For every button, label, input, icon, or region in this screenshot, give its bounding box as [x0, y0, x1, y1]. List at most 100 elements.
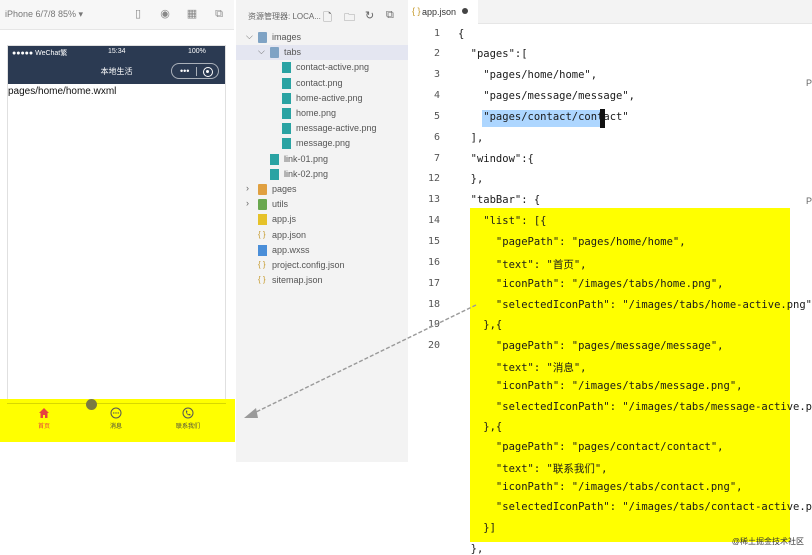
line-number: 7: [433, 153, 440, 164]
folder-icon: [258, 184, 267, 195]
home-icon: [39, 408, 49, 418]
watermark: @稀土掘金技术社区: [731, 537, 804, 546]
tree-item[interactable]: app.wxss: [236, 243, 408, 258]
code-line: "window":{: [458, 153, 534, 165]
tree-item-label: home.png: [296, 108, 337, 118]
tree-item[interactable]: home.png: [236, 106, 408, 121]
tab-app-json[interactable]: { } app.json: [408, 0, 478, 24]
tree-item-label: message.png: [296, 138, 351, 149]
tree-item-label: sitemap.json: [272, 275, 323, 286]
tree-item[interactable]: › utils: [236, 197, 408, 212]
code-line: }]: [458, 522, 496, 534]
collapse-all-icon[interactable]: ⧉: [386, 9, 394, 22]
unsaved-dot-icon[interactable]: [462, 8, 468, 14]
status-time: 15:34: [108, 48, 126, 55]
tree-item[interactable]: message.png: [236, 136, 408, 151]
tree-item[interactable]: › pages: [236, 182, 408, 197]
status-battery: 100%: [188, 48, 206, 55]
explorer-title: 资源管理器: LOCA...: [248, 12, 321, 21]
fullscreen-icon[interactable]: ▦: [186, 8, 198, 20]
more-icon[interactable]: •••: [180, 65, 189, 77]
line-number: 14: [427, 215, 440, 226]
text-caret: [600, 109, 605, 128]
tab-label: 联系我们: [175, 424, 200, 430]
record-icon[interactable]: ◉: [159, 8, 171, 20]
line-number: 18: [427, 299, 440, 310]
device-selector[interactable]: iPhone 6/7/8 85% ▾: [5, 9, 83, 20]
tab-home[interactable]: 首页: [19, 407, 69, 430]
capsule-divider: [196, 67, 197, 76]
tab-bar: 首页 消息 联系我们: [7, 403, 226, 435]
phone-icon[interactable]: ▯: [132, 8, 144, 20]
tree-item-label: images: [272, 32, 302, 42]
tree-item-label: app.json: [272, 229, 307, 240]
tree-item-label: project.config.json: [272, 260, 345, 270]
image-file-icon: [270, 153, 279, 165]
code-line: "iconPath": "/images/tabs/message.png",: [458, 380, 743, 392]
tree-item[interactable]: contact-active.png: [236, 60, 408, 75]
code-line: "tabBar": {: [458, 194, 541, 206]
chevron-down-icon[interactable]: ⌵: [246, 31, 253, 42]
code-line: "pages/message/message",: [458, 90, 636, 102]
tree-item[interactable]: link-02.png: [236, 167, 408, 182]
capsule-menu[interactable]: •••: [171, 63, 219, 79]
js-file-icon: [258, 214, 267, 226]
code-line: },{: [458, 319, 503, 331]
close-miniprogram-icon[interactable]: [203, 67, 213, 77]
phone-screen: ●●●●● WeChat繁 15:34 100% 本地生活 ••• pages/…: [7, 45, 226, 435]
tab-contact[interactable]: 联系我们: [163, 407, 213, 430]
tree-item-label: message-active.png: [296, 123, 377, 134]
explorer-header: 资源管理器: LOCA... 🗋 🗀 ↻ ⧉: [236, 0, 408, 30]
tree-item[interactable]: ⌵ tabs: [236, 45, 408, 61]
tree-item[interactable]: { } project.config.json: [236, 258, 408, 273]
tree-item[interactable]: message-active.png: [236, 121, 408, 136]
tree-item[interactable]: link-01.png: [236, 152, 408, 167]
code-line: "selectedIconPath": "/images/tabs/contac…: [458, 501, 812, 513]
chevron-right-icon[interactable]: ›: [246, 183, 249, 193]
tree-item-label: utils: [272, 199, 289, 210]
tree-item[interactable]: contact.png: [236, 76, 408, 91]
new-folder-icon[interactable]: 🗀: [344, 9, 355, 28]
chevron-right-icon[interactable]: ›: [246, 198, 249, 208]
tree-item[interactable]: app.js: [236, 212, 408, 227]
json-file-icon: { }: [412, 6, 421, 16]
code-line: "text": "首页",: [458, 259, 587, 271]
line-number: 16: [427, 257, 440, 268]
code-line: "pages/home/home",: [458, 69, 598, 81]
image-file-icon: [282, 92, 291, 104]
line-number: 13: [427, 194, 440, 205]
tree-item-label: pages: [272, 184, 297, 194]
line-number: 17: [427, 278, 440, 289]
code-line: "iconPath": "/images/tabs/home.png",: [458, 278, 724, 290]
code-line: "pagePath": "pages/message/message",: [458, 340, 724, 352]
line-number: 20: [427, 340, 440, 351]
code-line: "iconPath": "/images/tabs/contact.png",: [458, 481, 743, 493]
line-number: 1: [433, 28, 440, 39]
image-file-icon: [282, 62, 291, 74]
code-line: "pages":[: [458, 48, 528, 60]
folder-icon: [258, 32, 267, 43]
json-file-icon: { }: [258, 260, 266, 269]
tree-item[interactable]: home-active.png: [236, 91, 408, 106]
code-line: },{: [458, 421, 503, 433]
tree-item-label: contact.png: [296, 77, 343, 88]
folder-icon: [270, 47, 279, 59]
tree-item[interactable]: ⌵ images: [236, 30, 408, 45]
tree-item[interactable]: { } app.json: [236, 228, 408, 243]
tab-label: 消息: [109, 424, 122, 430]
image-file-icon: [282, 123, 291, 135]
chevron-down-icon[interactable]: ⌵: [258, 46, 265, 57]
tree-item-label: link-02.png: [284, 168, 329, 179]
code-line: },: [458, 173, 484, 185]
css-file-icon: [258, 244, 267, 256]
code-line: ],: [458, 132, 484, 144]
tree-item-label: app.js: [272, 214, 297, 225]
detach-window-icon[interactable]: ⧉: [213, 8, 225, 20]
line-number: 19: [427, 319, 440, 330]
tree-item[interactable]: { } sitemap.json: [236, 273, 408, 288]
refresh-icon[interactable]: ↻: [365, 9, 374, 22]
tab-message[interactable]: 消息: [91, 407, 141, 430]
new-file-icon[interactable]: 🗋: [323, 9, 332, 28]
tree-item-label: home-active.png: [296, 92, 363, 103]
image-file-icon: [270, 168, 279, 180]
